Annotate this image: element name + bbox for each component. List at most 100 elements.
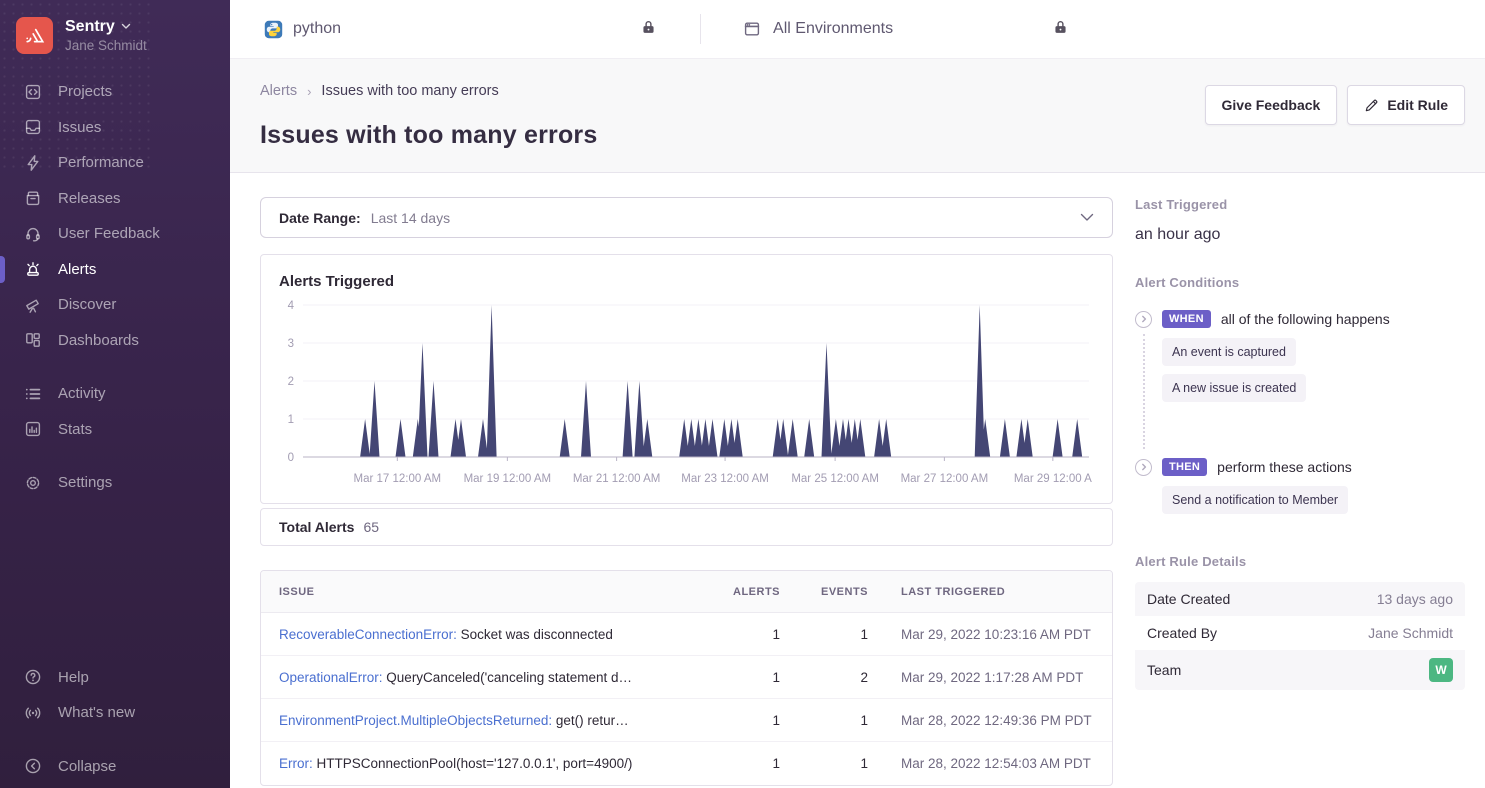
svg-text:4: 4 (288, 300, 295, 312)
page-header: Alerts › Issues with too many errors Iss… (230, 58, 1485, 173)
column-alerts: ALERTS (718, 586, 780, 598)
detail-row: Team W (1135, 650, 1465, 690)
svg-text:Mar 25 12:00 AM: Mar 25 12:00 AM (791, 473, 879, 485)
svg-text:Mar 17 12:00 AM: Mar 17 12:00 AM (354, 473, 442, 485)
collapse-icon (23, 756, 43, 776)
org-name: Sentry (65, 18, 115, 36)
sidebar-item-settings[interactable]: Settings (0, 465, 230, 501)
sidebar-nav: Projects Issues Performance Releases Use… (0, 74, 230, 501)
sidebar-item-whats-new[interactable]: What's new (0, 695, 230, 731)
issue-link[interactable]: RecoverableConnectionError: (279, 627, 457, 642)
page-title: Issues with too many errors (260, 121, 597, 150)
issue-link[interactable]: EnvironmentProject.MultipleObjectsReturn… (279, 713, 552, 728)
org-switcher[interactable]: Sentry Jane Schmidt (0, 0, 230, 74)
sidebar-item-discover[interactable]: Discover (0, 287, 230, 323)
nav-divider (0, 731, 230, 749)
window-icon (743, 20, 761, 38)
issue-link[interactable]: OperationalError: (279, 670, 383, 685)
last-triggered-heading: Last Triggered (1135, 197, 1465, 212)
last-triggered-cell: Mar 29, 2022 1:17:28 AM PDT (868, 670, 1094, 685)
sidebar-item-label: Stats (58, 421, 92, 438)
then-step: THEN perform these actions (1135, 458, 1465, 476)
alert-conditions: WHEN all of the following happens An eve… (1135, 310, 1465, 514)
sidebar-item-label: Releases (58, 190, 121, 207)
svg-text:Mar 21 12:00 AM: Mar 21 12:00 AM (573, 473, 661, 485)
sidebar-item-label: Collapse (58, 758, 116, 775)
chevron-down-icon (121, 23, 131, 30)
sidebar-collapse-button[interactable]: Collapse (0, 749, 230, 785)
detail-value: Jane Schmidt (1368, 625, 1453, 641)
team-avatar-badge[interactable]: W (1429, 658, 1453, 682)
when-badge: WHEN (1162, 310, 1211, 328)
events-count: 1 (780, 756, 868, 771)
side-panel: Last Triggered an hour ago Alert Conditi… (1135, 197, 1465, 788)
sidebar-item-label: User Feedback (58, 225, 160, 242)
breadcrumb-alerts-link[interactable]: Alerts (260, 83, 297, 99)
then-text: perform these actions (1217, 459, 1352, 475)
sidebar-item-user-feedback[interactable]: User Feedback (0, 216, 230, 252)
alerts-icon (23, 259, 43, 279)
main-area: python All Environments Alerts › Issues … (230, 0, 1485, 788)
sidebar-item-label: What's new (58, 704, 135, 721)
issues-icon (23, 117, 43, 137)
sidebar-item-label: Activity (58, 385, 106, 402)
events-count: 2 (780, 670, 868, 685)
pencil-icon (1364, 98, 1379, 113)
sidebar-item-help[interactable]: Help (0, 660, 230, 696)
edit-rule-button[interactable]: Edit Rule (1347, 85, 1465, 125)
alert-rule-details-heading: Alert Rule Details (1135, 554, 1465, 569)
issue-link[interactable]: Error: (279, 756, 313, 771)
sidebar-item-projects[interactable]: Projects (0, 74, 230, 110)
date-range-value: Last 14 days (371, 210, 450, 226)
alerts-count: 1 (718, 627, 780, 642)
last-triggered-cell: Mar 29, 2022 10:23:16 AM PDT (868, 627, 1094, 642)
content: Date Range: Last 14 days Alerts Triggere… (230, 173, 1485, 788)
environment-lock-icon[interactable] (1053, 19, 1068, 40)
sidebar-item-dashboards[interactable]: Dashboards (0, 323, 230, 359)
then-badge: THEN (1162, 458, 1207, 476)
python-icon (264, 20, 283, 39)
topbar-divider (700, 14, 701, 44)
detail-label: Team (1147, 662, 1181, 678)
give-feedback-button[interactable]: Give Feedback (1205, 85, 1338, 125)
discover-icon (23, 295, 43, 315)
sidebar-item-issues[interactable]: Issues (0, 110, 230, 146)
when-step: WHEN all of the following happens (1135, 310, 1465, 328)
sidebar-item-performance[interactable]: Performance (0, 145, 230, 181)
table-row: OperationalError: QueryCanceled('canceli… (261, 656, 1112, 699)
detail-value: 13 days ago (1377, 591, 1453, 607)
svg-text:0: 0 (288, 452, 294, 464)
settings-icon (23, 473, 43, 493)
svg-text:Mar 23 12:00 AM: Mar 23 12:00 AM (681, 473, 769, 485)
sidebar-item-label: Dashboards (58, 332, 139, 349)
date-range-select[interactable]: Date Range: Last 14 days (260, 197, 1113, 238)
environment-selector[interactable]: All Environments (743, 20, 893, 38)
svg-text:Mar 27 12:00 AM: Mar 27 12:00 AM (901, 473, 989, 485)
last-triggered-value: an hour ago (1135, 226, 1465, 244)
then-items: Send a notification to Member (1162, 486, 1465, 514)
sidebar-item-activity[interactable]: Activity (0, 376, 230, 412)
topbar: python All Environments (230, 0, 1485, 58)
events-count: 1 (780, 627, 868, 642)
svg-text:1: 1 (288, 414, 294, 426)
user-feedback-icon (23, 224, 43, 244)
date-range-label: Date Range: (279, 210, 361, 226)
condition-connector (1143, 334, 1145, 449)
when-text: all of the following happens (1221, 311, 1390, 327)
alert-conditions-heading: Alert Conditions (1135, 275, 1465, 290)
project-lock-icon[interactable] (641, 19, 656, 40)
issue-description: HTTPSConnectionPool(host='127.0.0.1', po… (313, 756, 633, 771)
sidebar-item-stats[interactable]: Stats (0, 412, 230, 448)
column-issue: ISSUE (279, 586, 718, 598)
issue-description: get() retur… (552, 713, 629, 728)
performance-icon (23, 153, 43, 173)
sidebar-item-alerts[interactable]: Alerts (0, 252, 230, 288)
chevron-right-circle-icon (1135, 311, 1152, 328)
issue-description: QueryCanceled('canceling statement d… (383, 670, 632, 685)
condition-chip: An event is captured (1162, 338, 1296, 366)
sidebar-item-releases[interactable]: Releases (0, 181, 230, 217)
stats-icon (23, 419, 43, 439)
total-alerts-value: 65 (363, 519, 379, 535)
chevron-right-circle-icon (1135, 459, 1152, 476)
project-selector[interactable]: python (264, 20, 341, 39)
